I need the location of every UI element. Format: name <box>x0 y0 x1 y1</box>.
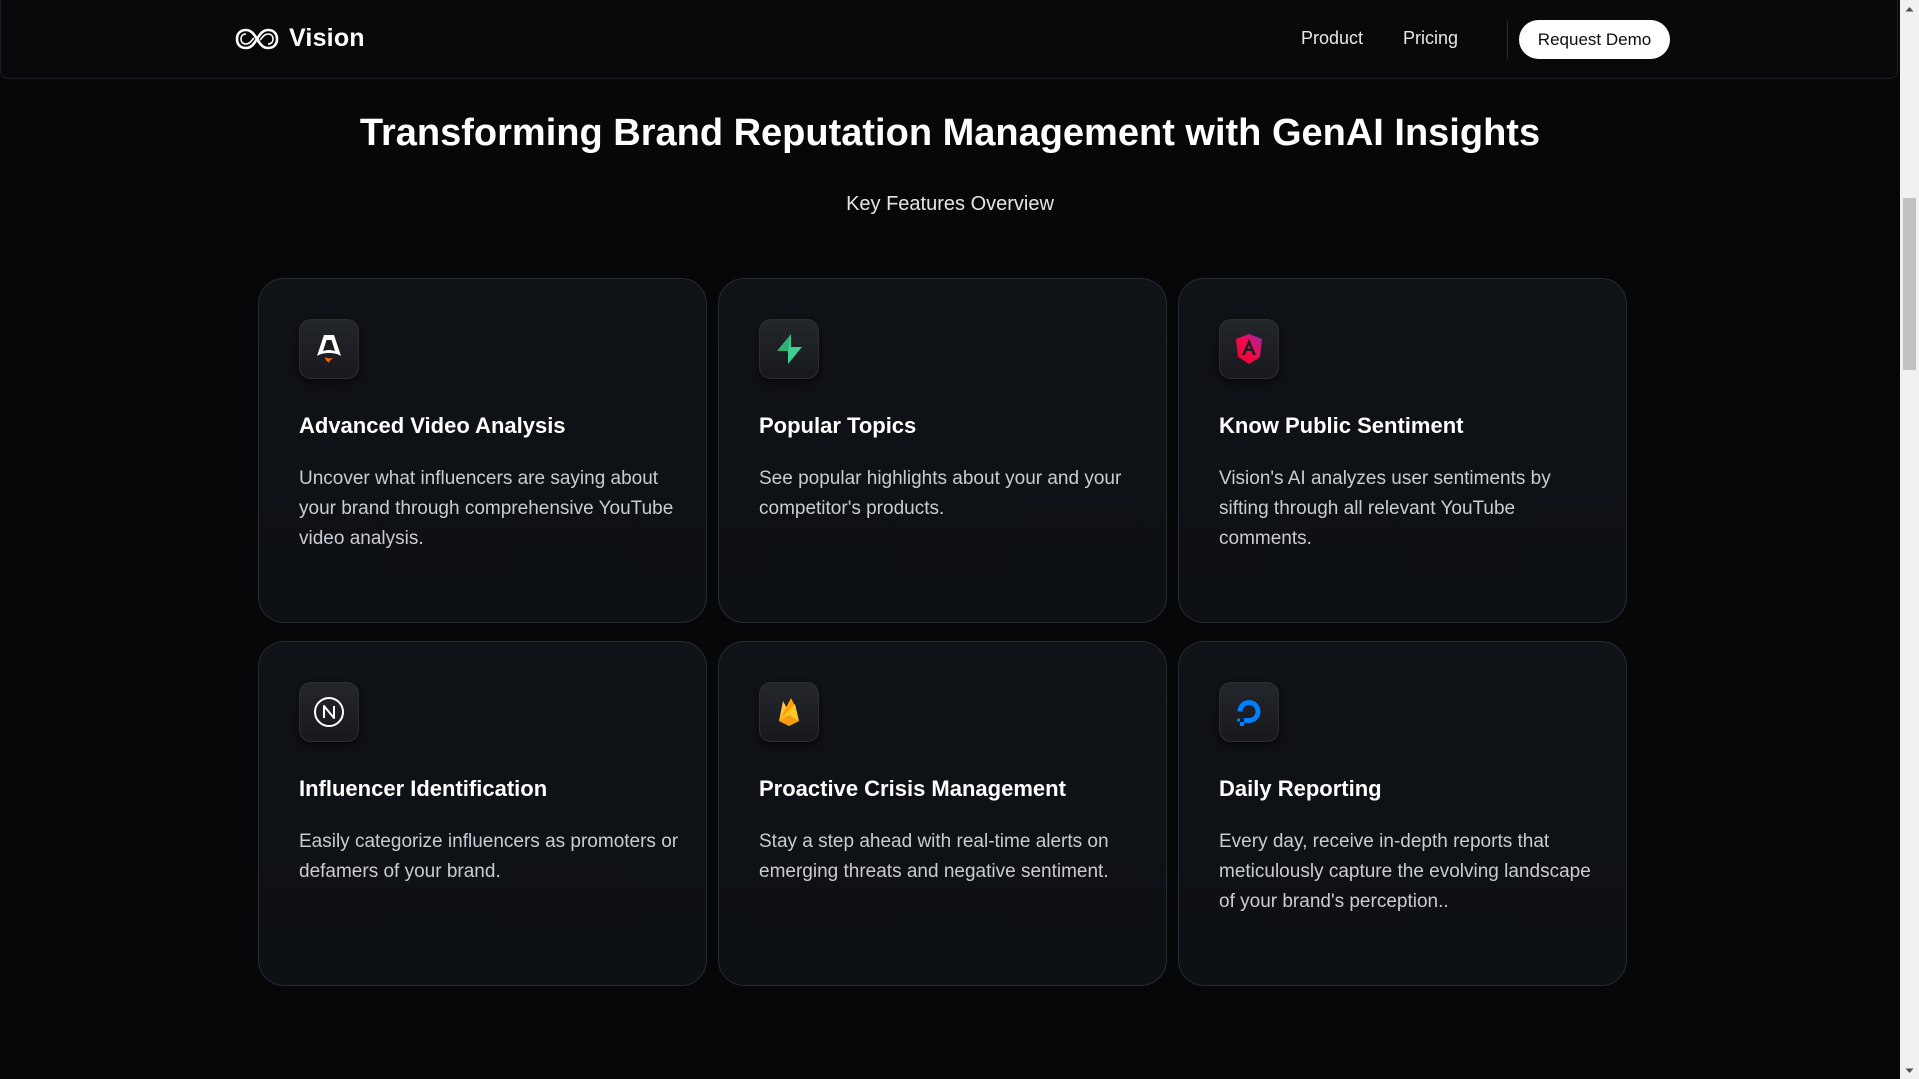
feature-description: Every day, receive in-depth reports that… <box>1219 831 1591 912</box>
brand-name: Vision <box>289 24 365 52</box>
feature-description: See popular highlights about your and yo… <box>759 468 1122 519</box>
feature-card-advanced-video-analysis: Advanced Video Analysis Uncover what inf… <box>258 278 707 623</box>
feature-description: Uncover what influencers are saying abou… <box>299 468 674 549</box>
page-title: Transforming Brand Reputation Management… <box>359 112 1541 154</box>
nav-divider <box>1507 21 1508 59</box>
feature-card-influencer-identification: Influencer Identification Easily categor… <box>258 641 707 986</box>
request-demo-button[interactable]: Request Demo <box>1519 20 1670 59</box>
angular-logo-icon <box>1236 334 1262 364</box>
feature-icon-tile <box>1219 319 1279 379</box>
feature-title: Know Public Sentiment <box>1219 413 1464 438</box>
nextjs-logo-icon <box>314 697 344 727</box>
feature-title: Advanced Video Analysis <box>299 413 566 438</box>
feature-description: Vision's AI analyzes user sentiments by … <box>1219 468 1551 549</box>
feature-description: Stay a step ahead with real-time alerts … <box>759 831 1109 882</box>
feature-icon-tile <box>299 682 359 742</box>
feature-card-proactive-crisis-management: Proactive Crisis Management Stay a step … <box>718 641 1167 986</box>
feature-card-daily-reporting: Daily Reporting Every day, receive in-de… <box>1178 641 1627 986</box>
brand-logo-link[interactable]: Vision <box>235 24 365 53</box>
feature-title: Influencer Identification <box>299 776 548 801</box>
feature-title: Popular Topics <box>759 413 917 438</box>
feature-card-popular-topics: Popular Topics See popular highlights ab… <box>718 278 1167 623</box>
digitalocean-logo-icon <box>1237 700 1261 726</box>
feature-icon-tile <box>299 319 359 379</box>
feature-title: Proactive Crisis Management <box>759 776 1066 801</box>
nav-link-product[interactable]: Product <box>1301 28 1363 49</box>
page: Vision Product Pricing Request Demo Tran… <box>0 0 1900 1079</box>
navbar: Vision Product Pricing Request Demo <box>0 0 1898 79</box>
feature-card-know-public-sentiment: Know Public Sentiment Vision's AI analyz… <box>1178 278 1627 623</box>
astro-logo-icon <box>317 335 341 363</box>
scrollbar-thumb[interactable] <box>1903 198 1916 370</box>
nav-link-pricing[interactable]: Pricing <box>1403 28 1458 49</box>
firebase-flame-icon <box>779 698 799 726</box>
feature-icon-tile <box>759 682 819 742</box>
feature-description: Easily categorize influencers as promote… <box>299 831 679 882</box>
infinity-logo-icon <box>235 28 279 49</box>
vertical-scrollbar[interactable] <box>1900 0 1919 1079</box>
feature-icon-tile <box>1219 682 1279 742</box>
scroll-down-arrow-icon[interactable] <box>1900 1062 1919 1079</box>
scroll-up-arrow-icon[interactable] <box>1900 0 1919 17</box>
lightning-bolt-icon <box>777 334 802 364</box>
feature-icon-tile <box>759 319 819 379</box>
nav-links: Product Pricing <box>1301 28 1498 49</box>
feature-title: Daily Reporting <box>1219 776 1382 801</box>
page-subtitle: Key Features Overview <box>846 193 1054 215</box>
